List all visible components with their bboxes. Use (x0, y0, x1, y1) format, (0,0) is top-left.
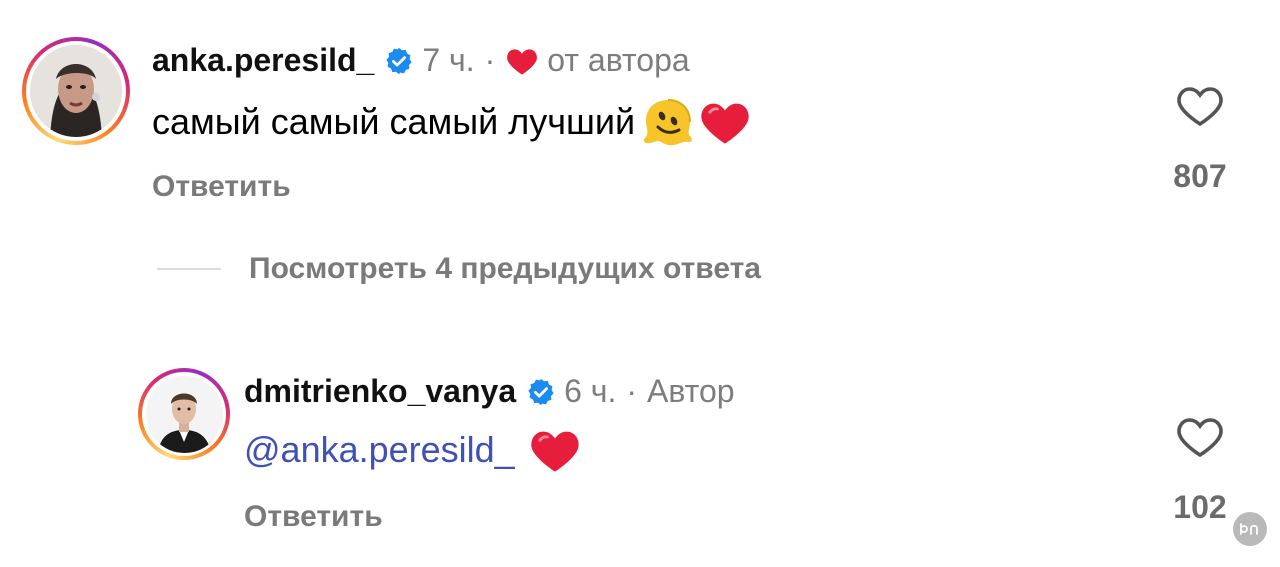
watermark-logo (1233, 512, 1267, 546)
heart-filled-icon (505, 46, 539, 76)
avatar (145, 375, 223, 453)
verified-badge-icon (384, 46, 414, 76)
reply-button[interactable]: Ответить (152, 170, 291, 204)
verified-badge-icon (526, 377, 556, 407)
avatar (30, 45, 122, 137)
mention-link[interactable]: @anka.peresild_ (244, 429, 515, 471)
red-heart-emoji-icon (529, 426, 581, 474)
meta-separator: · (484, 42, 496, 78)
view-replies-label[interactable]: Посмотреть 4 предыдущих ответа (249, 252, 761, 286)
melting-face-emoji-icon (641, 96, 695, 148)
like-count: 102 (1173, 489, 1227, 525)
liked-by-author-label: от автора (547, 42, 690, 78)
reply-button[interactable]: Ответить (244, 500, 383, 534)
comment-username[interactable]: anka.peresild_ (152, 42, 374, 79)
comment-username[interactable]: dmitrienko_vanya (244, 373, 516, 410)
avatar-story-ring[interactable] (22, 37, 130, 145)
like-count: 807 (1173, 158, 1227, 194)
avatar-story-ring[interactable] (138, 368, 230, 460)
red-heart-emoji-icon (699, 98, 751, 146)
comment-text: самый самый самый лучший (152, 101, 636, 142)
comment-time: 6 ч. (564, 373, 617, 409)
divider-line (157, 268, 221, 270)
comment-time: 7 ч. (422, 42, 475, 78)
heart-outline-icon[interactable] (1175, 414, 1225, 463)
author-label: Автор (647, 373, 735, 409)
view-previous-replies[interactable]: Посмотреть 4 предыдущих ответа (157, 252, 761, 286)
heart-outline-icon[interactable] (1175, 83, 1225, 132)
meta-separator: · (626, 373, 638, 409)
